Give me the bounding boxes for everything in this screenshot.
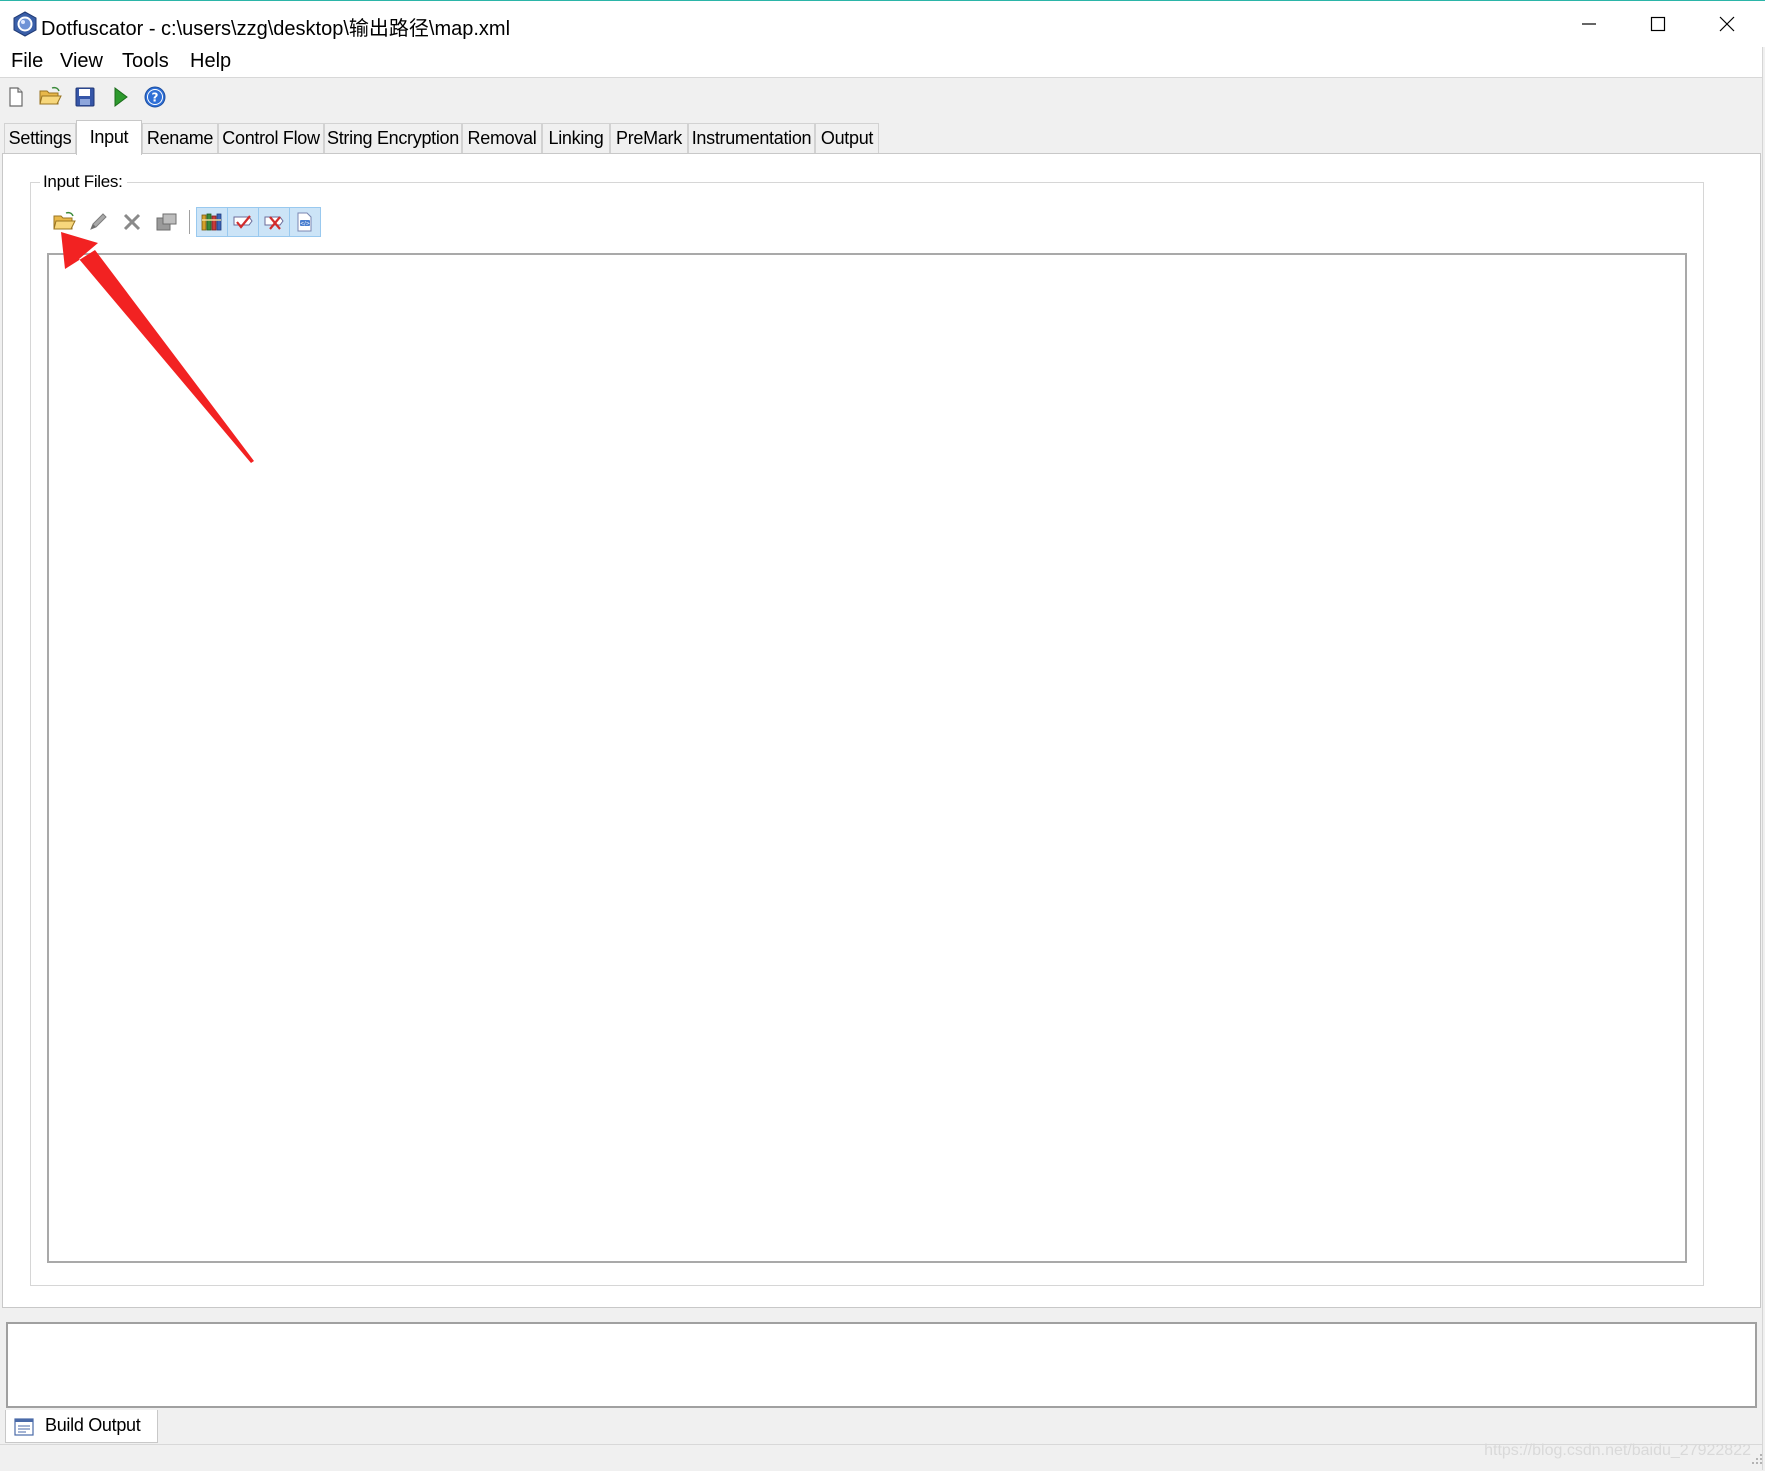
title-bar: Dotfuscator - c:\users\zzg\desktop\输出路径\… xyxy=(0,1,1765,47)
remove-input-button[interactable] xyxy=(116,207,148,237)
window-title: Dotfuscator - c:\users\zzg\desktop\输出路径\… xyxy=(41,18,511,40)
build-output-area[interactable] xyxy=(6,1322,1757,1408)
tab-string-encryption[interactable]: String Encryption xyxy=(324,123,462,153)
toolbar-separator xyxy=(189,210,190,234)
tab-linking[interactable]: Linking xyxy=(542,123,610,153)
tab-removal[interactable]: Removal xyxy=(462,123,542,153)
edit-input-button[interactable] xyxy=(82,207,114,237)
svg-text:?: ? xyxy=(152,91,159,105)
edit-icon xyxy=(90,213,107,230)
new-file-icon xyxy=(9,87,23,107)
build-output-tab[interactable]: Build Output xyxy=(5,1410,158,1443)
minimize-icon xyxy=(1582,23,1596,25)
open-project-button[interactable] xyxy=(37,84,63,110)
dotfuscator-window: Dotfuscator - c:\users\zzg\desktop\输出路径\… xyxy=(0,0,1765,1471)
strip-attributes-button[interactable] xyxy=(258,207,290,237)
tab-instrumentation[interactable]: Instrumentation xyxy=(688,123,815,153)
help-icon: ? xyxy=(144,86,166,108)
tab-premark[interactable]: PreMark xyxy=(610,123,688,153)
menu-tools[interactable]: Tools xyxy=(120,50,171,73)
tab-rename[interactable]: Rename xyxy=(142,123,218,153)
library-mode-button[interactable] xyxy=(196,207,228,237)
tab-strip: Settings Input Rename Control Flow Strin… xyxy=(0,120,1765,155)
new-project-button[interactable] xyxy=(3,84,29,110)
honor-attributes-button[interactable] xyxy=(227,207,259,237)
maximize-button[interactable] xyxy=(1624,1,1692,47)
save-project-button[interactable] xyxy=(72,84,98,110)
help-button[interactable]: ? xyxy=(142,84,168,110)
add-input-button[interactable] xyxy=(48,207,80,237)
properties-icon xyxy=(156,213,177,231)
delete-icon xyxy=(123,213,141,231)
xml-config-icon: </> xyxy=(297,212,312,232)
open-folder-icon xyxy=(39,86,62,105)
config-file-button[interactable]: </> xyxy=(289,207,321,237)
remove-check-icon xyxy=(264,216,284,230)
menu-help[interactable]: Help xyxy=(188,50,233,73)
menu-bar: File View Tools Help xyxy=(0,47,1765,78)
tab-control-flow[interactable]: Control Flow xyxy=(218,123,324,153)
menu-file[interactable]: File xyxy=(9,50,45,73)
tab-input[interactable]: Input xyxy=(76,120,142,155)
main-toolbar: ? xyxy=(0,78,1765,116)
close-button[interactable] xyxy=(1693,1,1761,47)
maximize-icon xyxy=(1650,16,1666,32)
build-output-icon xyxy=(14,1418,34,1441)
tab-output[interactable]: Output xyxy=(815,123,879,153)
watermark-text: https://blog.csdn.net/baidu_27922822 xyxy=(1484,1442,1751,1459)
svg-text:</>: </> xyxy=(300,221,310,227)
menu-view[interactable]: View xyxy=(58,50,105,73)
input-files-label: Input Files: xyxy=(40,172,127,192)
save-icon xyxy=(75,87,95,107)
library-icon xyxy=(201,213,222,231)
minimize-button[interactable] xyxy=(1555,1,1623,47)
build-run-button[interactable] xyxy=(107,84,133,110)
tab-settings[interactable]: Settings xyxy=(4,123,76,153)
input-properties-button[interactable] xyxy=(150,207,182,237)
check-icon xyxy=(233,215,253,229)
build-output-label: Build Output xyxy=(45,1415,141,1435)
input-files-list[interactable] xyxy=(47,253,1687,1263)
dotfuscator-app-icon xyxy=(12,11,38,37)
close-icon xyxy=(1719,16,1735,32)
add-input-folder-icon xyxy=(53,211,76,230)
run-icon xyxy=(114,87,128,107)
